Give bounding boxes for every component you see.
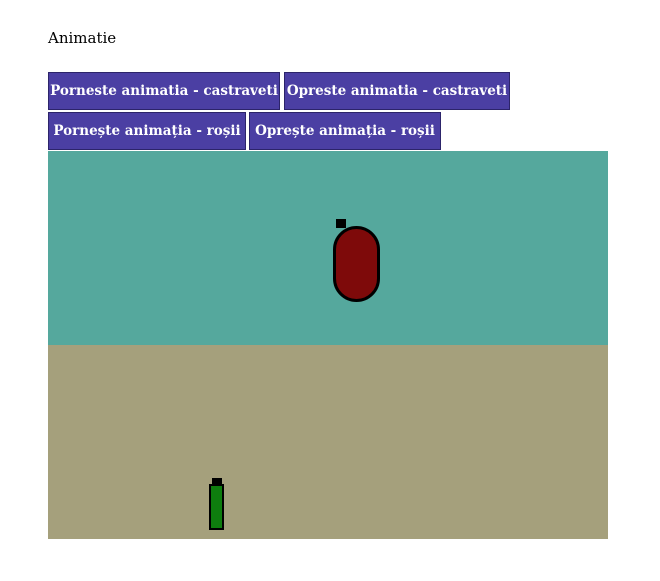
- sky-area: [48, 151, 608, 345]
- ground-area: [48, 345, 608, 539]
- start-cucumbers-animation-button[interactable]: Porneste animatia - castraveti: [48, 72, 280, 110]
- page-title: Animatie: [48, 29, 117, 47]
- start-tomatoes-animation-button[interactable]: Pornește animația - roșii: [48, 112, 246, 150]
- stop-tomatoes-animation-button[interactable]: Oprește animația - roșii: [249, 112, 441, 150]
- tomato-sprite: [333, 226, 380, 302]
- tomato-stem: [336, 219, 346, 228]
- stop-cucumbers-animation-button[interactable]: Opreste animatia - castraveti: [284, 72, 510, 110]
- animation-canvas: [48, 151, 608, 539]
- cucumber-sprite: [209, 484, 224, 530]
